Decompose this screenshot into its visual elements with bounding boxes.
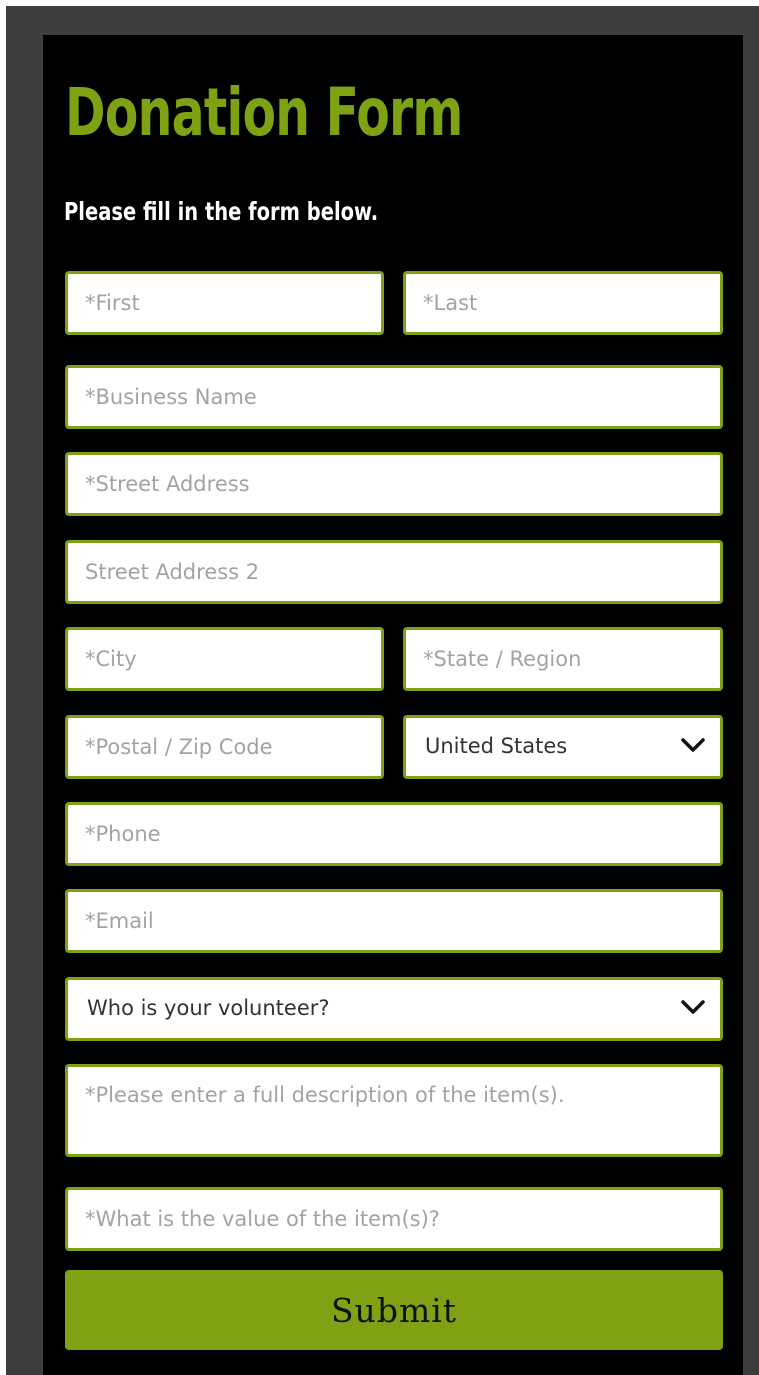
form-title: Donation Form	[65, 74, 463, 151]
country-select[interactable]: United States	[403, 715, 723, 779]
chevron-down-icon	[681, 1000, 705, 1014]
email-input[interactable]	[65, 889, 723, 953]
business-name-input[interactable]	[65, 365, 723, 429]
item-value-input[interactable]	[65, 1187, 723, 1251]
state-region-input[interactable]	[403, 627, 723, 691]
volunteer-select[interactable]: Who is your volunteer?	[65, 977, 723, 1041]
street-address-2-input[interactable]	[65, 540, 723, 604]
city-input[interactable]	[65, 627, 384, 691]
page-frame: Donation Form Please fill in the form be…	[6, 6, 759, 1375]
submit-button[interactable]: Submit	[65, 1270, 723, 1350]
street-address-input[interactable]	[65, 452, 723, 516]
volunteer-select-value: Who is your volunteer?	[87, 996, 330, 1020]
item-description-textarea[interactable]	[65, 1064, 723, 1157]
phone-input[interactable]	[65, 802, 723, 866]
first-name-input[interactable]	[65, 271, 384, 335]
last-name-input[interactable]	[403, 271, 723, 335]
chevron-down-icon	[681, 738, 705, 752]
form-subtitle: Please fill in the form below.	[64, 197, 379, 226]
postal-code-input[interactable]	[65, 715, 384, 779]
donation-form-panel: Donation Form Please fill in the form be…	[43, 35, 743, 1375]
country-select-value: United States	[425, 734, 568, 758]
